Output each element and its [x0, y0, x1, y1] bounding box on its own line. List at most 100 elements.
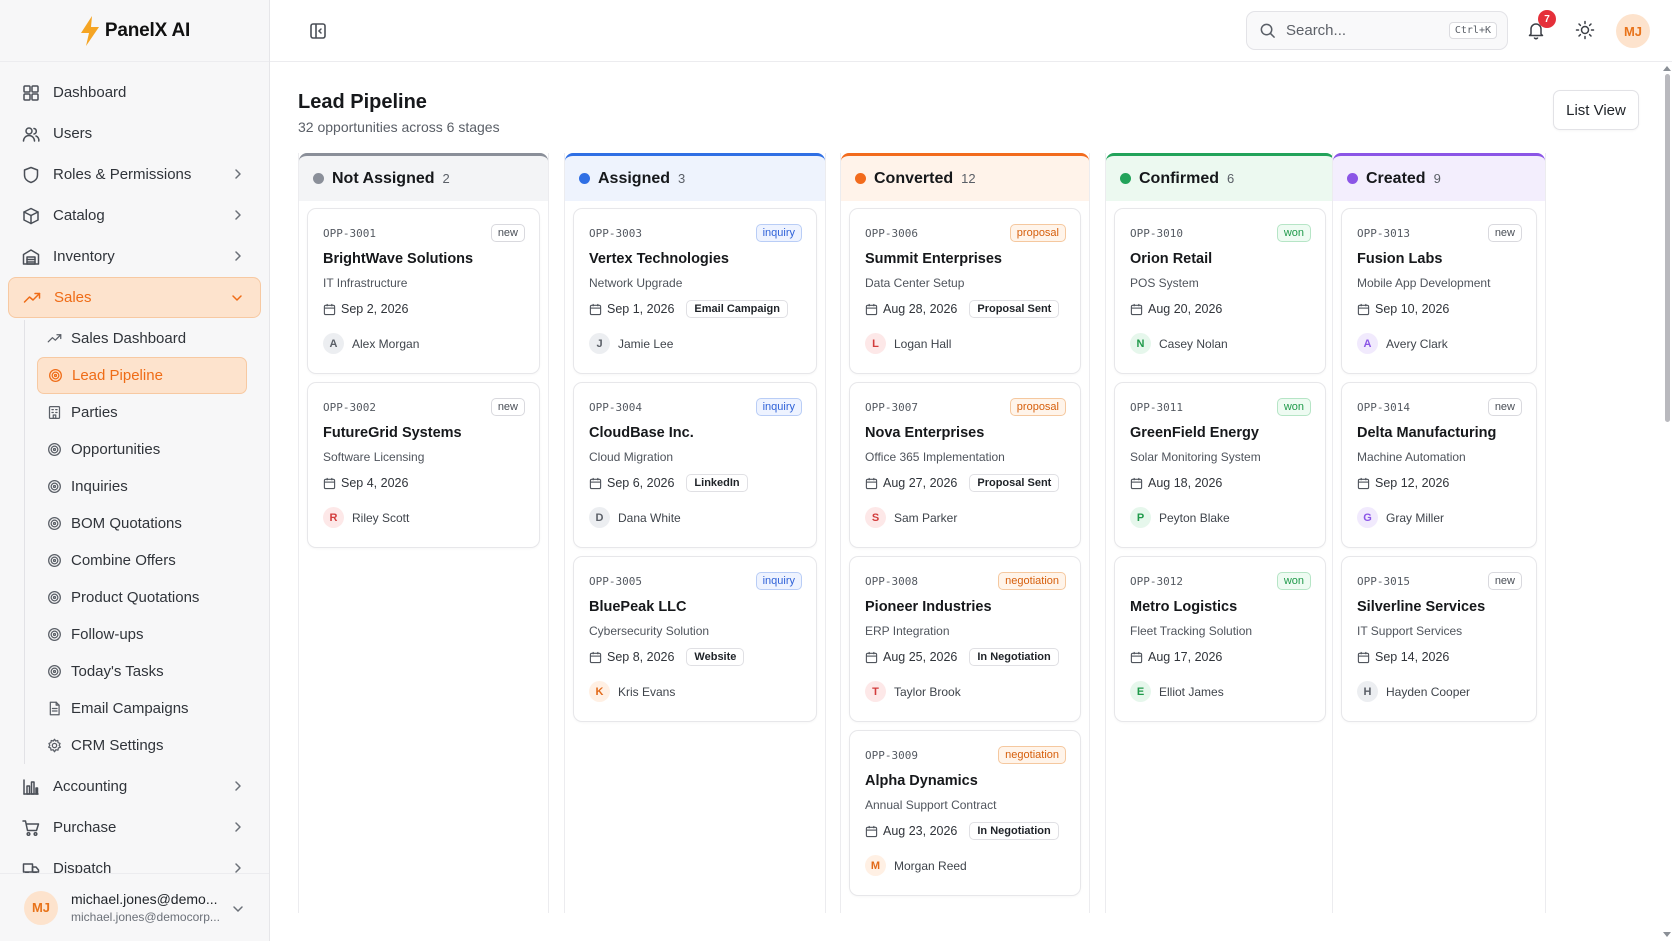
notification-badge: 7 [1538, 10, 1556, 28]
list-view-button[interactable]: List View [1553, 90, 1639, 130]
sidebar-subitem-inquiries[interactable]: Inquiries [37, 468, 247, 505]
sidebar-subitem-parties[interactable]: Parties [37, 394, 247, 431]
sidebar-subitem-lead-pipeline[interactable]: Lead Pipeline [37, 357, 247, 394]
opportunity-card[interactable]: OPP-3013 new Fusion Labs Mobile App Develop… [1341, 208, 1537, 374]
opportunity-date: Sep 2, 2026 [341, 302, 409, 316]
opportunity-date: Aug 25, 2026 [883, 650, 958, 664]
search-icon [1260, 23, 1275, 38]
opportunity-card[interactable]: OPP-3014 new Delta Manufacturing Machine Au… [1341, 382, 1537, 548]
opportunity-card[interactable]: OPP-3005 inquiry BluePeak LLC Cybersecurity… [573, 556, 817, 722]
user-menu[interactable]: MJ michael.jones@demo... michael.jones@d… [0, 873, 269, 941]
opportunity-card[interactable]: OPP-3012 won Metro Logistics Fleet Tracking… [1114, 556, 1326, 722]
user-avatar: MJ [24, 890, 58, 925]
search-box[interactable]: Ctrl+K [1246, 11, 1508, 50]
sidebar-subitem-product-quotations[interactable]: Product Quotations [37, 579, 247, 616]
chevron-right-icon [235, 169, 241, 179]
opportunity-card[interactable]: OPP-3007 proposal Nova Enterprises Office 3… [849, 382, 1081, 548]
sidebar-item-sales[interactable]: Sales [8, 277, 261, 318]
owner-avatar: N [1130, 333, 1151, 354]
target-icon [48, 517, 61, 530]
opportunity-card[interactable]: OPP-3008 negotiation Pioneer Industries ERP… [849, 556, 1081, 722]
sidebar-subitem-follow-ups[interactable]: Follow-ups [37, 616, 247, 653]
opportunity-date: Aug 20, 2026 [1148, 302, 1223, 316]
column-count: 2 [442, 171, 450, 186]
sidebar-item-label: Roles & Permissions [53, 166, 192, 183]
scrollbar[interactable] [1662, 62, 1672, 941]
stage-dot [313, 173, 324, 184]
opportunity-id: OPP-3014 [1357, 401, 1410, 414]
sidebar-item-label: Purchase [53, 819, 117, 836]
sidebar-subitem-combine-offers[interactable]: Combine Offers [37, 542, 247, 579]
owner-name: Logan Hall [894, 336, 952, 351]
building-icon [48, 406, 61, 419]
column-header: Created 9 [1333, 153, 1545, 201]
owner-avatar: A [1357, 333, 1378, 354]
calendar-icon [589, 303, 602, 315]
chevron-down-icon[interactable] [231, 902, 245, 916]
opportunity-date: Aug 27, 2026 [883, 476, 958, 490]
opportunity-card[interactable]: OPP-3004 inquiry CloudBase Inc. Cloud Migra… [573, 382, 817, 548]
scroll-up-icon[interactable] [1663, 64, 1671, 72]
status-tag: new [1487, 398, 1522, 416]
company-name: Delta Manufacturing [1357, 425, 1497, 441]
column-title: Converted [874, 169, 954, 187]
sidebar-subitem-crm-settings[interactable]: CRM Settings [37, 727, 247, 764]
chevron-right-icon [235, 210, 241, 220]
sidebar-item-label: Inventory [53, 248, 115, 265]
user-name: michael.jones@demo... [71, 891, 218, 907]
owner-name: Elliot James [1159, 684, 1224, 699]
opportunity-date: Sep 14, 2026 [1375, 650, 1450, 664]
source-badge: LinkedIn [686, 474, 748, 492]
opportunity-date: Aug 18, 2026 [1148, 476, 1223, 490]
sidebar-subitem-label: Today's Tasks [71, 663, 164, 680]
sidebar-subitem-label: Lead Pipeline [72, 367, 163, 384]
sidebar-item-purchase[interactable]: Purchase [8, 807, 261, 848]
sidebar-subitem-today-s-tasks[interactable]: Today's Tasks [37, 653, 247, 690]
sidebar-item-accounting[interactable]: Accounting [8, 766, 261, 807]
sidebar-item-dashboard[interactable]: Dashboard [8, 72, 261, 113]
sidebar-subitem-opportunities[interactable]: Opportunities [37, 431, 247, 468]
opportunity-card[interactable]: OPP-3009 negotiation Alpha Dynamics Annual … [849, 730, 1081, 896]
opportunity-card[interactable]: OPP-3015 new Silverline Services IT Support… [1341, 556, 1537, 722]
target-icon [48, 443, 61, 456]
scroll-down-icon[interactable] [1663, 931, 1671, 939]
sidebar-subitem-email-campaigns[interactable]: Email Campaigns [37, 690, 247, 727]
opportunity-card[interactable]: OPP-3011 won GreenField Energy Solar Monito… [1114, 382, 1326, 548]
lightning-logo-icon [80, 15, 99, 46]
calendar-icon [589, 651, 602, 663]
opportunity-description: POS System [1130, 276, 1199, 290]
opportunity-card[interactable]: OPP-3003 inquiry Vertex Technologies Networ… [573, 208, 817, 374]
pipeline-column-assigned: Assigned 3 OPP-3003 inquiry Vertex Technolog… [564, 153, 826, 913]
source-badge: In Negotiation [969, 648, 1059, 666]
sidebar-toggle-icon[interactable] [308, 21, 328, 41]
sidebar-item-label: Sales [54, 289, 92, 306]
theme-toggle-icon[interactable] [1575, 20, 1595, 40]
chevron-right-icon [235, 822, 241, 832]
column-count: 6 [1227, 171, 1235, 186]
gear-icon [48, 738, 61, 753]
scroll-thumb[interactable] [1665, 74, 1670, 422]
company-name: GreenField Energy [1130, 425, 1259, 441]
sidebar-subitem-label: Email Campaigns [71, 700, 189, 717]
calendar-icon [865, 477, 878, 489]
bar-chart-icon [23, 778, 39, 795]
sidebar-item-catalog[interactable]: Catalog [8, 195, 261, 236]
sidebar-subitem-sales-dashboard[interactable]: Sales Dashboard [37, 320, 247, 357]
pipeline-column-created: Created 9 OPP-3013 new Fusion Labs Mobile App… [1332, 153, 1546, 913]
opportunity-card[interactable]: OPP-3001 new BrightWave Solutions IT Infras… [307, 208, 540, 374]
company-name: BluePeak LLC [589, 599, 687, 615]
sidebar-subitem-bom-quotations[interactable]: BOM Quotations [37, 505, 247, 542]
search-input[interactable] [1286, 22, 1436, 39]
header-avatar[interactable]: MJ [1616, 14, 1650, 48]
opportunity-card[interactable]: OPP-3002 new FutureGrid Systems Software Li… [307, 382, 540, 548]
sidebar-item-inventory[interactable]: Inventory [8, 236, 261, 277]
sidebar-item-roles-permissions[interactable]: Roles & Permissions [8, 154, 261, 195]
sidebar-item-users[interactable]: Users [8, 113, 261, 154]
opportunity-card[interactable]: OPP-3010 won Orion Retail POS System Aug 20,… [1114, 208, 1326, 374]
opportunity-description: Mobile App Development [1357, 276, 1491, 290]
brand[interactable]: PanelX AI [0, 0, 269, 62]
column-count: 9 [1433, 171, 1441, 186]
source-badge: Website [686, 648, 745, 666]
calendar-icon [1357, 651, 1370, 663]
opportunity-card[interactable]: OPP-3006 proposal Summit Enterprises Data C… [849, 208, 1081, 374]
